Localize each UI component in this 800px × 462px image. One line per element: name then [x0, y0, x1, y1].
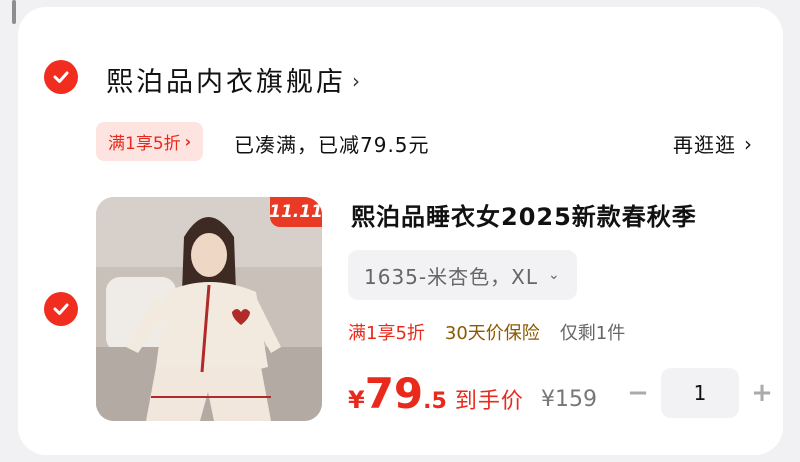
product-thumbnail[interactable]: 11.11 — [96, 197, 322, 421]
item-checkbox[interactable] — [44, 292, 78, 326]
browse-more-label: 再逛逛 — [673, 133, 736, 157]
quantity-stepper: − 1 + — [623, 368, 777, 418]
scrollbar[interactable] — [12, 0, 16, 24]
store-name-link[interactable]: 熙泊品内衣旗舰店 › — [106, 60, 363, 99]
price-decimal: .5 — [423, 389, 447, 414]
chevron-right-icon: › — [744, 131, 753, 156]
final-price: ¥ 79 .5 到手价 — [348, 369, 524, 418]
chevron-right-icon: › — [352, 68, 363, 93]
decrease-button[interactable]: − — [623, 378, 653, 408]
price-protection-tag: 30天价保险 — [444, 323, 540, 344]
store-name: 熙泊品内衣旗舰店 — [106, 67, 346, 98]
product-photo — [96, 197, 322, 421]
store-checkbox[interactable] — [44, 60, 78, 94]
quantity-input[interactable]: 1 — [661, 368, 739, 418]
price-label: 到手价 — [454, 389, 524, 414]
product-title[interactable]: 熙泊品睡衣女2025新款春秋季 — [351, 197, 697, 232]
discount-tag: 满1享5折 — [348, 323, 425, 344]
original-price: ¥159 — [541, 387, 597, 412]
check-icon — [53, 303, 69, 315]
store-header: 熙泊品内衣旗舰店 › — [18, 55, 783, 99]
price-currency: ¥ — [348, 386, 365, 414]
sku-value: 1635-米杏色，XL — [364, 264, 538, 289]
promo-tag-button[interactable]: 满1享5折 › — [96, 122, 204, 161]
increase-button[interactable]: + — [747, 378, 777, 408]
price-integer: 79 — [364, 369, 424, 418]
chevron-down-icon: ⌄ — [547, 267, 561, 283]
stock-tag: 仅剩1件 — [559, 323, 626, 344]
check-icon — [53, 71, 69, 83]
sku-selector[interactable]: 1635-米杏色，XL ⌄ — [348, 250, 577, 300]
cart-store-card: 熙泊品内衣旗舰店 › 满1享5折 › 已凑满，已减79.5元 再逛逛 › 11.… — [18, 7, 783, 455]
promo-status-text: 已凑满，已减79.5元 — [234, 133, 430, 157]
double-eleven-badge: 11.11 — [269, 197, 322, 227]
product-tags: 满1享5折 30天价保险 仅剩1件 — [348, 319, 625, 345]
chevron-right-icon: › — [184, 132, 192, 151]
browse-more-link[interactable]: 再逛逛 › — [673, 129, 753, 158]
promo-tag-label: 满1享5折 — [108, 134, 181, 154]
promo-row: 满1享5折 › 已凑满，已减79.5元 再逛逛 › — [18, 122, 783, 162]
